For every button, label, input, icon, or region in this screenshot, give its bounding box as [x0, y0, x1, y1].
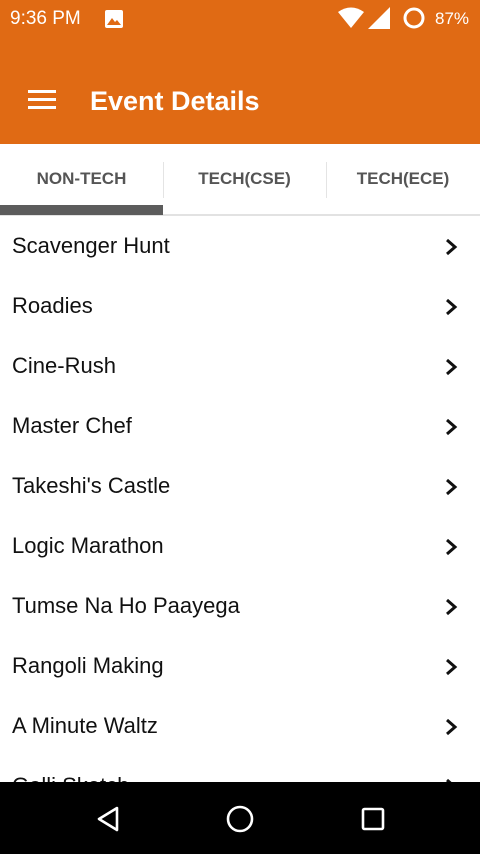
- chevron-right-icon: [446, 598, 458, 616]
- wifi-icon: [338, 7, 364, 28]
- event-name: Galli Sketch: [12, 773, 129, 782]
- list-item[interactable]: Galli Sketch: [0, 756, 480, 782]
- chevron-right-icon: [446, 238, 458, 256]
- list-item[interactable]: Rangoli Making: [0, 636, 480, 696]
- tab-selected-indicator: [0, 205, 163, 215]
- battery-icon: [403, 7, 425, 29]
- app-bar: Event Details: [0, 38, 480, 144]
- tab-label: TECH(CSE): [198, 169, 291, 188]
- tab-tech-cse[interactable]: TECH(CSE): [163, 144, 326, 214]
- list-item[interactable]: A Minute Waltz: [0, 696, 480, 756]
- status-time: 9:36 PM: [10, 8, 81, 29]
- home-icon[interactable]: [225, 804, 255, 834]
- event-name: Rangoli Making: [12, 653, 164, 678]
- list-item[interactable]: Cine-Rush: [0, 336, 480, 396]
- tab-label: TECH(ECE): [356, 169, 450, 188]
- list-item[interactable]: Takeshi's Castle: [0, 456, 480, 516]
- signal-icon: [368, 7, 390, 29]
- event-list[interactable]: Scavenger Hunt Roadies Cine-Rush Master …: [0, 216, 480, 782]
- chevron-right-icon: [446, 418, 458, 436]
- back-icon[interactable]: [94, 805, 122, 833]
- tab-label: NON-TECH: [36, 169, 127, 188]
- event-name: A Minute Waltz: [12, 713, 158, 738]
- tab-tech-ece[interactable]: TECH(ECE): [326, 144, 480, 214]
- chevron-right-icon: [446, 358, 458, 376]
- list-item[interactable]: Logic Marathon: [0, 516, 480, 576]
- event-name: Master Chef: [12, 413, 132, 438]
- event-name: Cine-Rush: [12, 353, 116, 378]
- recents-icon[interactable]: [361, 807, 385, 831]
- list-item[interactable]: Master Chef: [0, 396, 480, 456]
- chevron-right-icon: [446, 718, 458, 736]
- menu-icon[interactable]: [28, 90, 56, 110]
- list-item[interactable]: Tumse Na Ho Paayega: [0, 576, 480, 636]
- list-item[interactable]: Scavenger Hunt: [0, 216, 480, 276]
- event-name: Roadies: [12, 293, 93, 318]
- page-title: Event Details: [90, 86, 260, 116]
- status-bar: 9:36 PM 87%: [0, 0, 480, 38]
- chevron-right-icon: [446, 658, 458, 676]
- list-item[interactable]: Roadies: [0, 276, 480, 336]
- battery-percent: 87%: [435, 9, 470, 28]
- tab-bar: NON-TECH TECH(CSE) TECH(ECE): [0, 144, 480, 216]
- event-name: Scavenger Hunt: [12, 233, 170, 258]
- event-name: Takeshi's Castle: [12, 473, 171, 498]
- event-name: Logic Marathon: [12, 533, 164, 558]
- gallery-icon: [105, 10, 123, 28]
- event-name: Tumse Na Ho Paayega: [12, 593, 240, 618]
- chevron-right-icon: [446, 298, 458, 316]
- navigation-bar: [0, 782, 480, 854]
- chevron-right-icon: [446, 478, 458, 496]
- tab-non-tech[interactable]: NON-TECH: [0, 144, 163, 214]
- chevron-right-icon: [446, 538, 458, 556]
